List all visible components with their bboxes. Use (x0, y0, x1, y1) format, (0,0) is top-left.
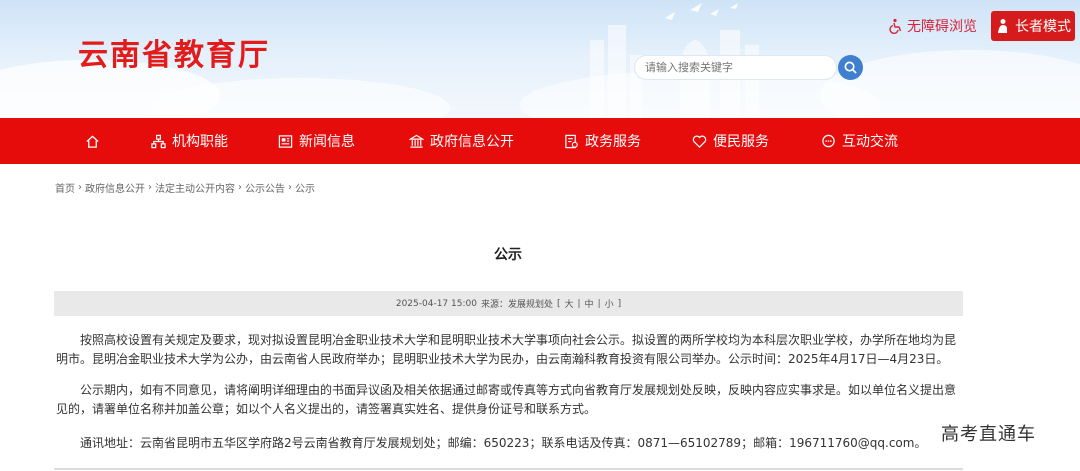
nav-label: 机构职能 (172, 134, 228, 150)
font-size-divider: | (577, 298, 581, 309)
elder-mode-label: 长者模式 (1015, 19, 1071, 35)
breadcrumb-home[interactable]: 首页 (55, 180, 75, 195)
article-source: 来源：发展规划处 (480, 300, 553, 310)
header-banner: 云南省教育厅 无障碍浏览 长者模式 (0, 0, 1080, 118)
search-input[interactable] (634, 55, 837, 80)
nav-label: 政务服务 (585, 134, 641, 150)
article-paragraph: 通讯地址：云南省昆明市五华区学府路2号云南省教育厅发展规划处；邮编：650223… (80, 436, 927, 450)
breadcrumb-separator: › (148, 182, 152, 193)
breadcrumb-gov-info[interactable]: 政府信息公开 (85, 180, 145, 195)
breadcrumb-current[interactable]: 公示 (295, 180, 315, 195)
nav-label: 便民服务 (713, 134, 769, 150)
news-icon (277, 133, 293, 149)
article-title: 公示 (494, 247, 522, 263)
nav-item-gov-service[interactable]: 政务服务 (563, 118, 641, 164)
font-size-medium-button[interactable]: 中 (585, 297, 594, 310)
article-datetime: 2025-04-17 15:00 (395, 298, 477, 309)
breadcrumb-separator: › (238, 182, 242, 193)
article-paragraph: 按照高校设置有关规定及要求，现对拟设置昆明冶金职业技术大学和昆明职业技术大学事项… (56, 333, 957, 366)
service-icon (563, 133, 579, 149)
search-button[interactable] (838, 55, 863, 80)
nav-item-gov-info[interactable]: 政府信息公开 (408, 118, 514, 164)
font-size-divider: | (597, 298, 601, 309)
article-meta-bar: 2025-04-17 15:00 来源：发展规划处 [ 大 | 中 | 小 ] (54, 291, 963, 316)
org-icon (150, 133, 166, 149)
breadcrumb-notices[interactable]: 公示公告 (245, 180, 285, 195)
nav-item-home[interactable] (84, 118, 100, 164)
nav-item-news[interactable]: 新闻信息 (277, 118, 355, 164)
divider (54, 468, 963, 470)
heart-icon (691, 133, 707, 149)
accessibility-label: 无障碍浏览 (907, 19, 977, 35)
nav-item-convenience[interactable]: 便民服务 (691, 118, 769, 164)
site-title[interactable]: 云南省教育厅 (78, 30, 270, 74)
nav-label: 新闻信息 (299, 134, 355, 150)
wheelchair-icon (889, 18, 902, 34)
breadcrumb-separator: › (78, 182, 82, 193)
nav-item-org[interactable]: 机构职能 (150, 118, 228, 164)
font-size-small-button[interactable]: 小 (605, 297, 614, 310)
breadcrumb-statutory[interactable]: 法定主动公开内容 (155, 180, 235, 195)
font-size-bracket: [ (556, 298, 561, 309)
breadcrumb-separator: › (288, 182, 292, 193)
building-icon (408, 133, 424, 149)
elder-person-icon (998, 19, 1007, 33)
main-nav: 机构职能 新闻信息 政府信息公开 政务服务 便民服务 互动交流 (0, 118, 1080, 164)
font-size-large-button[interactable]: 大 (564, 297, 573, 310)
nav-label: 政府信息公开 (430, 134, 514, 150)
elder-mode-button[interactable]: 长者模式 (991, 11, 1075, 41)
chat-icon (820, 133, 836, 149)
watermark-text: 高考直通车 (941, 424, 1036, 445)
nav-label: 互动交流 (842, 134, 898, 150)
font-size-bracket: ] (617, 298, 622, 309)
home-icon (84, 133, 100, 149)
search-icon (844, 61, 857, 74)
accessibility-link[interactable]: 无障碍浏览 (888, 16, 977, 36)
breadcrumb: 首页 › 政府信息公开 › 法定主动公开内容 › 公示公告 › 公示 (55, 180, 315, 195)
article-paragraph: 公示期内，如有不同意见，请将阐明详细理由的书面异议函及相关依据通过邮寄或传真等方… (56, 383, 957, 416)
nav-item-interaction[interactable]: 互动交流 (820, 118, 898, 164)
